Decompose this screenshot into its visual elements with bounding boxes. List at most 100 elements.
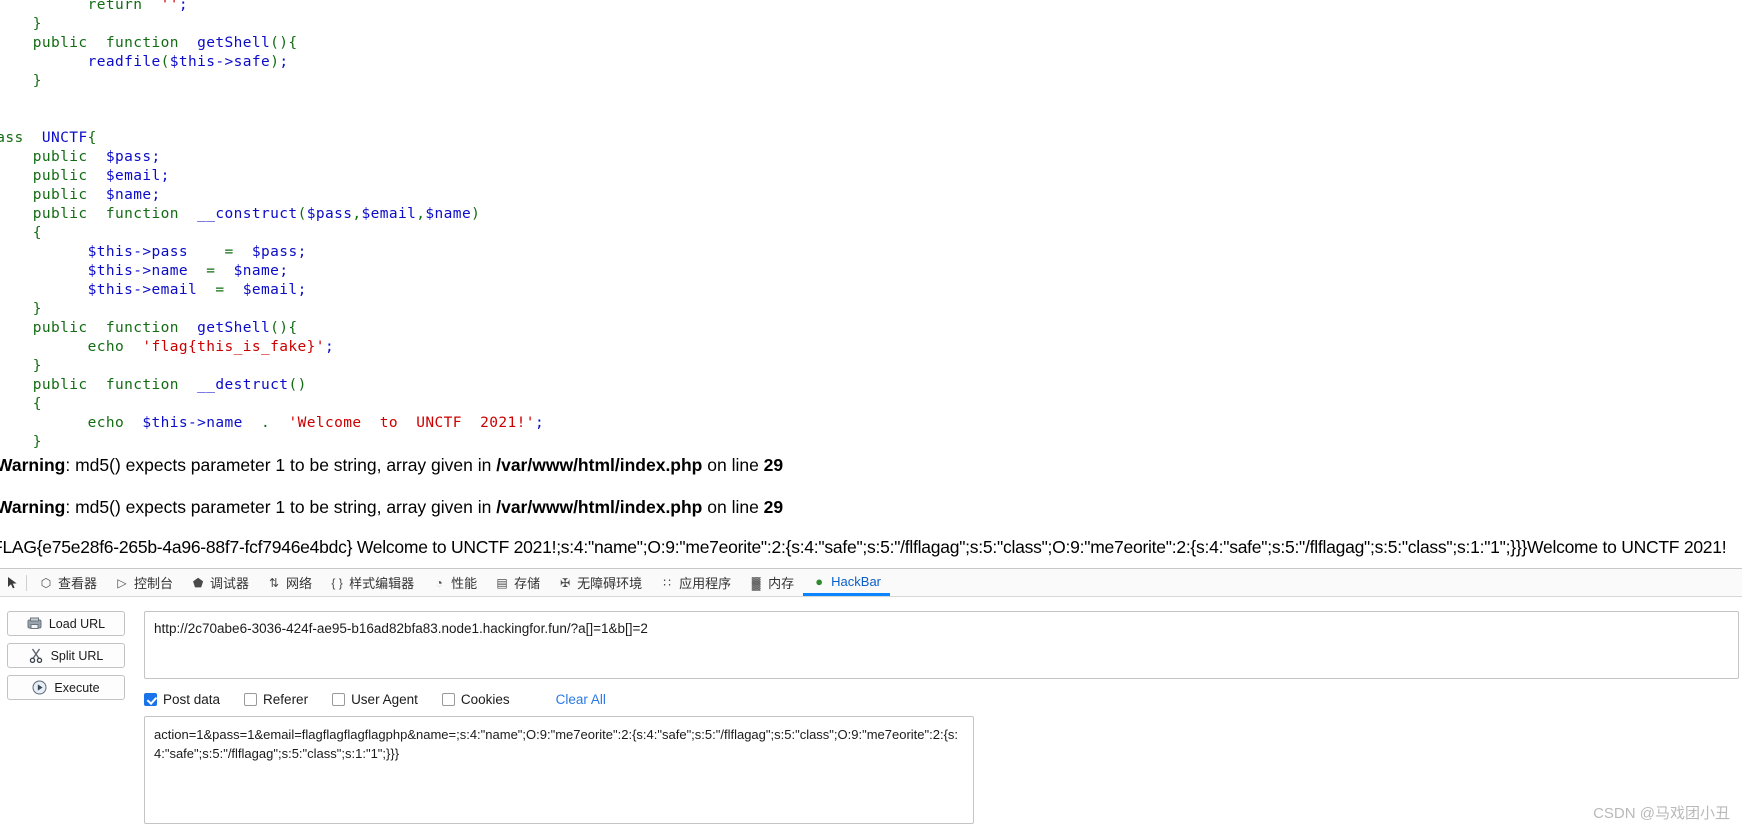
checkbox[interactable] (144, 693, 157, 706)
load-url-label: Load URL (48, 616, 106, 631)
post-data-input[interactable] (144, 716, 974, 824)
code-token: $email (361, 206, 417, 222)
code-line: echo 'flag{this_is_fake}'; (0, 339, 334, 355)
code-token: ; (297, 282, 307, 298)
accessibility-icon: ✠ (560, 575, 571, 590)
devtools-tab-2[interactable]: ▷ 控制台 (106, 569, 182, 596)
code-token: ( (160, 54, 170, 70)
code-token: = (188, 263, 234, 279)
split-url-label: Split URL (50, 648, 104, 663)
load-url-button[interactable]: Load URL (7, 611, 125, 636)
code-token: } (32, 434, 42, 450)
code-token: ) (471, 206, 481, 222)
code-token: ; (151, 187, 161, 203)
flag-output-text: FLAG{e75e28f6-265b-4a96-88f7-fcf7946e4bd… (0, 537, 1727, 557)
warning-line-number: 29 (763, 497, 784, 517)
checkbox[interactable] (244, 693, 258, 706)
code-line: } (0, 73, 42, 89)
split-url-icon (29, 648, 44, 663)
split-url-button[interactable]: Split URL (7, 643, 125, 668)
code-token: $this->safe (169, 54, 271, 70)
code-line: $this->email = $email; (0, 282, 307, 298)
code-line: return ''; (0, 0, 188, 13)
devtools-tab-label: 样式编辑器 (349, 576, 415, 591)
hackbar-option-4[interactable]: Cookies (441, 692, 510, 707)
code-token: ; (279, 263, 289, 279)
code-token: public (32, 149, 106, 165)
devtools-tab-label: 性能 (451, 576, 478, 591)
code-token: = (188, 244, 252, 260)
code-line: $this->pass = $pass; (0, 244, 307, 260)
code-token: . (242, 415, 289, 431)
hackbar-option-1[interactable]: Post data (144, 692, 220, 707)
network-icon: ⇅ (269, 575, 280, 590)
devtools-tab-label: HackBar (831, 573, 882, 589)
execute-label: Execute (54, 680, 100, 695)
code-line: public function getShell(){ (0, 320, 298, 336)
code-token: ; (534, 415, 545, 431)
code-token: getShell (197, 320, 271, 336)
execute-button[interactable]: Execute (7, 675, 125, 700)
hackbar-option-3[interactable]: User Agent (332, 692, 418, 707)
devtools-tab-1[interactable]: ⬡ 查看器 (30, 569, 106, 596)
devtools-tab-label: 无障碍环境 (577, 576, 643, 591)
inspector-icon: ⬡ (40, 575, 52, 590)
devtools-tab-11[interactable]: ● HackBar (803, 569, 891, 596)
code-token: () (288, 377, 307, 393)
code-token: (){ (270, 320, 298, 336)
warning-file: /var/www/html/index.php (496, 497, 703, 517)
code-line: public $pass; (0, 149, 161, 165)
devtools-tab-4[interactable]: ⇅ 网络 (258, 569, 321, 596)
code-token: $this->name (87, 263, 188, 279)
devtools-panel: ⬡ 查看器 ▷ 控制台 ⬟ 调试器 ⇅ 网络 { } 样式编辑器 ◔ 性能 ▤ 存储 ✠ 无障碍环境 ∷ 应用程序… (0, 568, 1742, 832)
option-label: Referer (263, 692, 309, 707)
code-token: public function (32, 320, 198, 336)
post-data-container (144, 716, 974, 829)
code-line: readfile($this->safe); (0, 54, 289, 70)
checkbox[interactable] (441, 693, 455, 706)
code-token: ; (160, 168, 170, 184)
hackbar-icon: ● (815, 573, 824, 589)
option-label: Post data (163, 692, 221, 707)
code-token: ) (270, 54, 280, 70)
devtools-tab-6[interactable]: ◔ 性能 (423, 569, 486, 596)
clear-all-button[interactable]: Clear All (556, 692, 606, 707)
option-label: Cookies (460, 692, 510, 707)
php-warnings: Warning: md5() expects parameter 1 to be… (0, 455, 1742, 539)
devtools-tab-bar: ⬡ 查看器 ▷ 控制台 ⬟ 调试器 ⇅ 网络 { } 样式编辑器 ◔ 性能 ▤ 存储 ✠ 无障碍环境 ∷ 应用程序… (0, 569, 1742, 597)
devtools-tab-9[interactable]: ∷ 应用程序 (651, 569, 740, 596)
devtools-tab-label: 内存 (768, 576, 795, 591)
element-picker-icon[interactable] (0, 569, 26, 596)
code-line: } (0, 358, 42, 374)
php-warning-2: Warning: md5() expects parameter 1 to be… (0, 497, 1742, 517)
devtools-tab-label: 应用程序 (679, 576, 732, 591)
code-line: $this->name = $name; (0, 263, 288, 279)
devtools-tab-3[interactable]: ⬟ 调试器 (182, 569, 258, 596)
code-token: $this->email (87, 282, 198, 298)
code-token: } (32, 16, 42, 32)
url-input[interactable] (144, 611, 1739, 679)
code-token: ; (297, 244, 307, 260)
devtools-tab-5[interactable]: { } 样式编辑器 (321, 569, 423, 596)
code-line: class UNCTF{ (0, 130, 97, 146)
hackbar-option-2[interactable]: Referer (244, 692, 308, 707)
devtools-tab-8[interactable]: ✠ 无障碍环境 (549, 569, 651, 596)
code-token: $email (105, 168, 161, 184)
code-line: public function __construct($pass,$email… (0, 206, 480, 222)
code-line: { (0, 396, 42, 412)
memory-icon: ▓ (751, 575, 761, 590)
devtools-tab-10[interactable]: ▓ 内存 (740, 569, 803, 596)
warning-suffix: on line (702, 455, 764, 475)
style-editor-icon: { } (331, 575, 343, 590)
code-line: public function __destruct() (0, 377, 307, 393)
code-token: $pass (251, 244, 298, 260)
application-icon: ∷ (663, 575, 671, 590)
devtools-tab-label: 查看器 (58, 576, 98, 591)
code-token: { (87, 130, 97, 146)
devtools-tab-7[interactable]: ▤ 存储 (486, 569, 549, 596)
code-token: , (352, 206, 362, 222)
checkbox[interactable] (332, 693, 346, 706)
code-line: { (0, 225, 42, 241)
code-token: } (32, 301, 42, 317)
